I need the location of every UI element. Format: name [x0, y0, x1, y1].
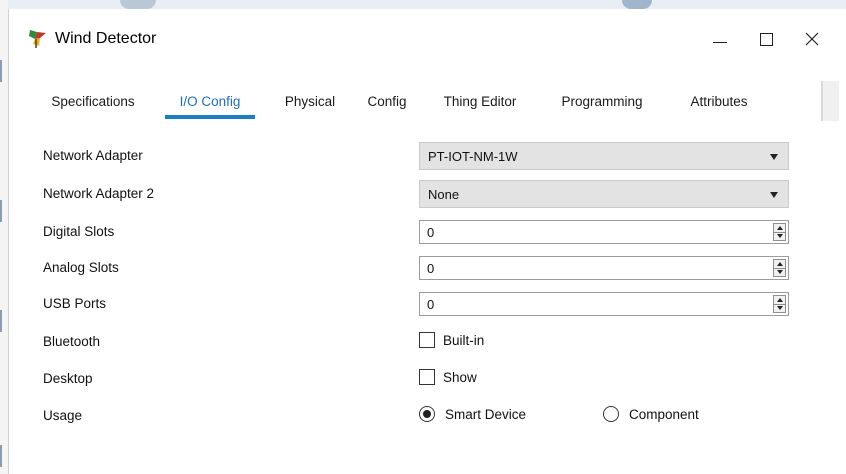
tab-bar-edge	[821, 81, 823, 121]
tab-attributes[interactable]: Attributes	[669, 81, 769, 121]
io-config-panel: Network Adapter PT-IOT-NM-1W Network Ada…	[21, 121, 839, 474]
bluetooth-builtin-checkbox[interactable]: Built-in	[419, 332, 484, 348]
usb-ports-row: USB Ports 0	[21, 290, 839, 318]
network-adapter-select[interactable]: PT-IOT-NM-1W	[419, 142, 789, 170]
background-mark	[0, 60, 2, 82]
title-bar[interactable]: Wind Detector	[9, 9, 846, 69]
digital-slots-value: 0	[427, 224, 435, 240]
maximize-button[interactable]	[743, 19, 789, 59]
usb-ports-label: USB Ports	[43, 296, 107, 311]
bluetooth-label: Bluetooth	[43, 334, 101, 349]
digital-slots-label: Digital Slots	[43, 224, 115, 239]
network-adapter-label: Network Adapter	[43, 148, 143, 163]
usage-label: Usage	[43, 408, 83, 423]
minimize-icon	[713, 41, 727, 43]
network-adapter-2-select[interactable]: None	[419, 180, 789, 208]
tab-config[interactable]: Config	[349, 81, 425, 121]
bluetooth-row: Bluetooth Built-in	[21, 328, 839, 356]
spin-down-button[interactable]	[774, 233, 785, 241]
checkbox-box[interactable]	[419, 369, 435, 385]
component-label: Component	[629, 406, 699, 422]
network-adapter-value: PT-IOT-NM-1W	[428, 148, 518, 164]
tab-programming[interactable]: Programming	[535, 81, 669, 121]
spin-down-button[interactable]	[774, 269, 785, 277]
radio-selected-dot	[423, 410, 431, 418]
spinner-buttons	[773, 259, 786, 277]
background-left-strip	[0, 0, 8, 474]
desktop-label: Desktop	[43, 371, 93, 386]
desktop-row: Desktop Show	[21, 365, 839, 393]
arrow-down-icon	[776, 306, 783, 311]
network-adapter-2-label: Network Adapter 2	[43, 186, 155, 201]
analog-slots-value: 0	[427, 260, 435, 276]
desktop-option-label: Show	[443, 369, 477, 385]
spinner-buttons	[773, 295, 786, 313]
smart-device-label: Smart Device	[445, 406, 527, 422]
desktop-show-checkbox[interactable]: Show	[419, 369, 477, 385]
background-mark	[0, 445, 2, 467]
network-adapter-2-row: Network Adapter 2 None	[21, 180, 839, 208]
usage-smart-device-radio[interactable]: Smart Device	[419, 406, 526, 422]
tab-specifications[interactable]: Specifications	[21, 81, 165, 121]
tab-physical[interactable]: Physical	[271, 81, 349, 121]
background-decoration	[622, 0, 652, 9]
background-mark	[0, 310, 2, 332]
radio-button[interactable]	[603, 406, 619, 422]
usb-ports-value: 0	[427, 296, 435, 312]
spin-up-button[interactable]	[774, 296, 785, 305]
background-decoration	[120, 0, 156, 9]
checkbox-box[interactable]	[419, 332, 435, 348]
spin-up-button[interactable]	[774, 224, 785, 233]
tab-bar: Specifications I/O Config Physical Confi…	[21, 81, 821, 121]
digital-slots-row: Digital Slots 0	[21, 218, 839, 246]
close-button[interactable]	[789, 19, 835, 59]
usb-ports-spinner[interactable]: 0	[419, 292, 789, 316]
analog-slots-label: Analog Slots	[43, 260, 119, 275]
device-content: Specifications I/O Config Physical Confi…	[21, 81, 839, 474]
background-mark	[0, 200, 2, 222]
bluetooth-option-label: Built-in	[443, 332, 485, 348]
arrow-up-icon	[776, 297, 783, 302]
spinner-buttons	[773, 223, 786, 241]
network-adapter-row: Network Adapter PT-IOT-NM-1W	[21, 142, 839, 170]
digital-slots-spinner[interactable]: 0	[419, 220, 789, 244]
arrow-up-icon	[776, 261, 783, 266]
close-icon	[805, 32, 819, 46]
background-window-strip	[0, 0, 846, 9]
device-window: Wind Detector Specifications I/O Config …	[8, 9, 846, 474]
network-adapter-2-value: None	[428, 186, 460, 202]
chevron-down-icon	[770, 154, 778, 160]
spin-up-button[interactable]	[774, 260, 785, 269]
maximize-icon	[759, 32, 773, 46]
arrow-down-icon	[776, 234, 783, 239]
minimize-button[interactable]	[697, 19, 743, 59]
arrow-down-icon	[776, 270, 783, 275]
spin-down-button[interactable]	[774, 305, 785, 313]
arrow-up-icon	[776, 225, 783, 230]
window-title: Wind Detector	[55, 30, 157, 47]
tab-io-config[interactable]: I/O Config	[165, 81, 255, 121]
usage-row: Usage Smart Device Component	[21, 402, 839, 430]
radio-button[interactable]	[419, 406, 435, 422]
usage-component-radio[interactable]: Component	[603, 406, 699, 422]
tab-thing-editor[interactable]: Thing Editor	[425, 81, 535, 121]
wind-detector-icon	[27, 27, 49, 49]
analog-slots-row: Analog Slots 0	[21, 254, 839, 282]
chevron-down-icon	[770, 192, 778, 198]
analog-slots-spinner[interactable]: 0	[419, 256, 789, 280]
